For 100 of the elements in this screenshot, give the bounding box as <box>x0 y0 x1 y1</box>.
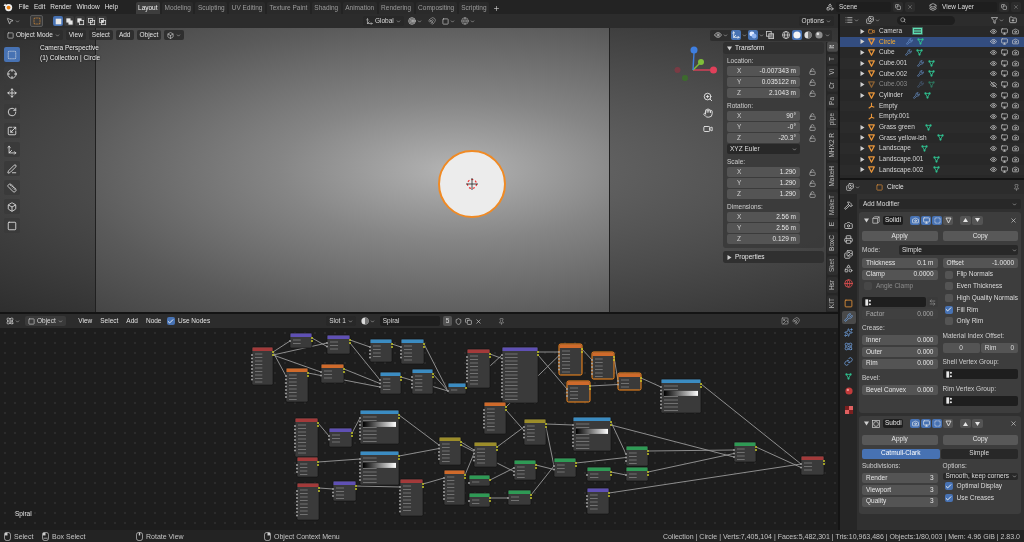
modifier-toggle[interactable] <box>921 419 931 429</box>
modifier-toggle[interactable] <box>910 215 920 225</box>
camera-icon[interactable] <box>1012 166 1019 174</box>
properties-tab[interactable] <box>841 233 856 247</box>
shader-node[interactable] <box>572 416 612 452</box>
shader-node[interactable] <box>359 450 400 486</box>
tool-button[interactable] <box>4 180 20 195</box>
padlock-icon[interactable] <box>809 112 816 120</box>
shading-mode-button[interactable] <box>781 30 791 40</box>
shader-node[interactable] <box>251 346 274 386</box>
logo-icon[interactable] <box>3 2 13 12</box>
monitor-icon[interactable] <box>1001 38 1008 46</box>
camera-icon[interactable] <box>1012 81 1019 89</box>
monitor-icon[interactable] <box>1001 102 1008 110</box>
eye-icon[interactable] <box>990 91 997 99</box>
camera-icon[interactable] <box>1012 27 1019 35</box>
monitor-icon[interactable] <box>1001 91 1008 99</box>
eye-icon[interactable] <box>990 27 997 35</box>
modifier-toggle[interactable] <box>932 215 942 225</box>
vertex-group-field[interactable] <box>942 395 1018 406</box>
eye-icon[interactable] <box>990 113 997 121</box>
remove-scene-button[interactable] <box>905 2 915 12</box>
close-icon[interactable] <box>475 317 483 325</box>
shader-node[interactable] <box>369 338 393 363</box>
eye-icon[interactable] <box>990 38 997 46</box>
shader-node[interactable] <box>447 382 467 395</box>
monitor-icon[interactable] <box>1001 70 1008 78</box>
vertex-triangle-icon[interactable] <box>845 372 852 380</box>
camera-icon[interactable] <box>1012 91 1019 99</box>
vertex-triangle-icon[interactable] <box>936 134 944 142</box>
padlock-icon[interactable] <box>809 123 816 131</box>
active-tool-button[interactable] <box>30 15 43 27</box>
pivot-dropdown[interactable] <box>405 16 424 26</box>
modifier-toggle[interactable] <box>921 215 931 225</box>
vertex-triangle-icon[interactable] <box>928 59 936 67</box>
shader-node[interactable] <box>591 351 615 380</box>
eye-icon[interactable] <box>990 134 997 142</box>
properties-tab[interactable] <box>841 199 856 212</box>
shader-node[interactable] <box>586 466 612 482</box>
camera-icon[interactable] <box>1012 145 1019 153</box>
vertex-triangle-icon[interactable] <box>923 91 931 99</box>
monitor-icon[interactable] <box>1001 49 1008 57</box>
properties-tab[interactable] <box>841 311 856 325</box>
shader-node[interactable] <box>733 441 757 463</box>
triangle-down-icon[interactable] <box>864 217 869 223</box>
shading-mode-button[interactable] <box>803 30 813 40</box>
shield-icon[interactable] <box>455 317 463 325</box>
shader-node[interactable] <box>379 371 402 395</box>
shading-mode-button[interactable] <box>792 30 802 40</box>
move-down-button[interactable] <box>972 419 983 429</box>
select-mode-button[interactable] <box>97 16 107 26</box>
padlock-icon[interactable] <box>809 134 816 142</box>
snap-toggle[interactable] <box>425 16 438 26</box>
tool-settings-button[interactable] <box>4 16 22 26</box>
eye-icon[interactable] <box>990 70 997 78</box>
modifier-toggle[interactable] <box>910 419 920 429</box>
shader-node[interactable] <box>513 459 537 481</box>
hand-icon[interactable] <box>703 108 713 118</box>
monitor-icon[interactable] <box>1001 145 1008 153</box>
camera-icon[interactable] <box>1012 123 1019 131</box>
wrench-icon[interactable] <box>917 70 925 78</box>
padlock-icon[interactable] <box>809 89 816 97</box>
shader-node[interactable] <box>443 469 466 506</box>
wrench-icon[interactable] <box>904 49 912 57</box>
shader-node[interactable] <box>625 445 649 467</box>
triangle-down-icon[interactable] <box>864 421 869 427</box>
video-camera-icon[interactable] <box>868 27 875 35</box>
eye-icon[interactable] <box>990 145 997 153</box>
overlay-toggle[interactable] <box>748 30 758 40</box>
split-rectangle-icon[interactable] <box>912 27 924 36</box>
eye-icon[interactable] <box>990 123 997 131</box>
overlay-toggle[interactable] <box>731 30 741 40</box>
filter-view-dropdown[interactable] <box>864 15 882 25</box>
camera-icon[interactable] <box>1012 49 1019 57</box>
tool-button[interactable] <box>4 104 20 119</box>
shader-node[interactable] <box>468 492 491 508</box>
move-up-button[interactable] <box>960 215 971 225</box>
select-mode-button[interactable] <box>64 16 74 26</box>
shader-node[interactable] <box>586 487 610 515</box>
modifier-toggle[interactable] <box>943 215 953 225</box>
triangle-down-icon[interactable] <box>727 45 732 51</box>
navigation-gizmo[interactable] <box>674 46 718 82</box>
shader-node[interactable] <box>507 489 532 506</box>
vertex-triangle-icon[interactable] <box>928 70 936 78</box>
shader-node[interactable] <box>438 436 462 466</box>
shader-node[interactable] <box>328 427 353 448</box>
shader-node[interactable] <box>466 348 491 389</box>
monitor-icon[interactable] <box>1001 166 1008 174</box>
tool-button[interactable] <box>4 142 20 157</box>
shader-node[interactable] <box>296 482 320 521</box>
move-down-button[interactable] <box>972 215 983 225</box>
monitor-icon[interactable] <box>1001 59 1008 67</box>
eye-icon[interactable] <box>990 59 997 67</box>
copy-icon[interactable] <box>465 317 473 325</box>
select-mode-button[interactable] <box>86 16 96 26</box>
shading-mode-button[interactable] <box>814 30 824 40</box>
vertex-triangle-icon[interactable] <box>920 145 928 153</box>
shader-node[interactable] <box>294 417 319 458</box>
magnet-icon[interactable] <box>792 317 801 325</box>
padlock-icon[interactable] <box>809 190 816 198</box>
